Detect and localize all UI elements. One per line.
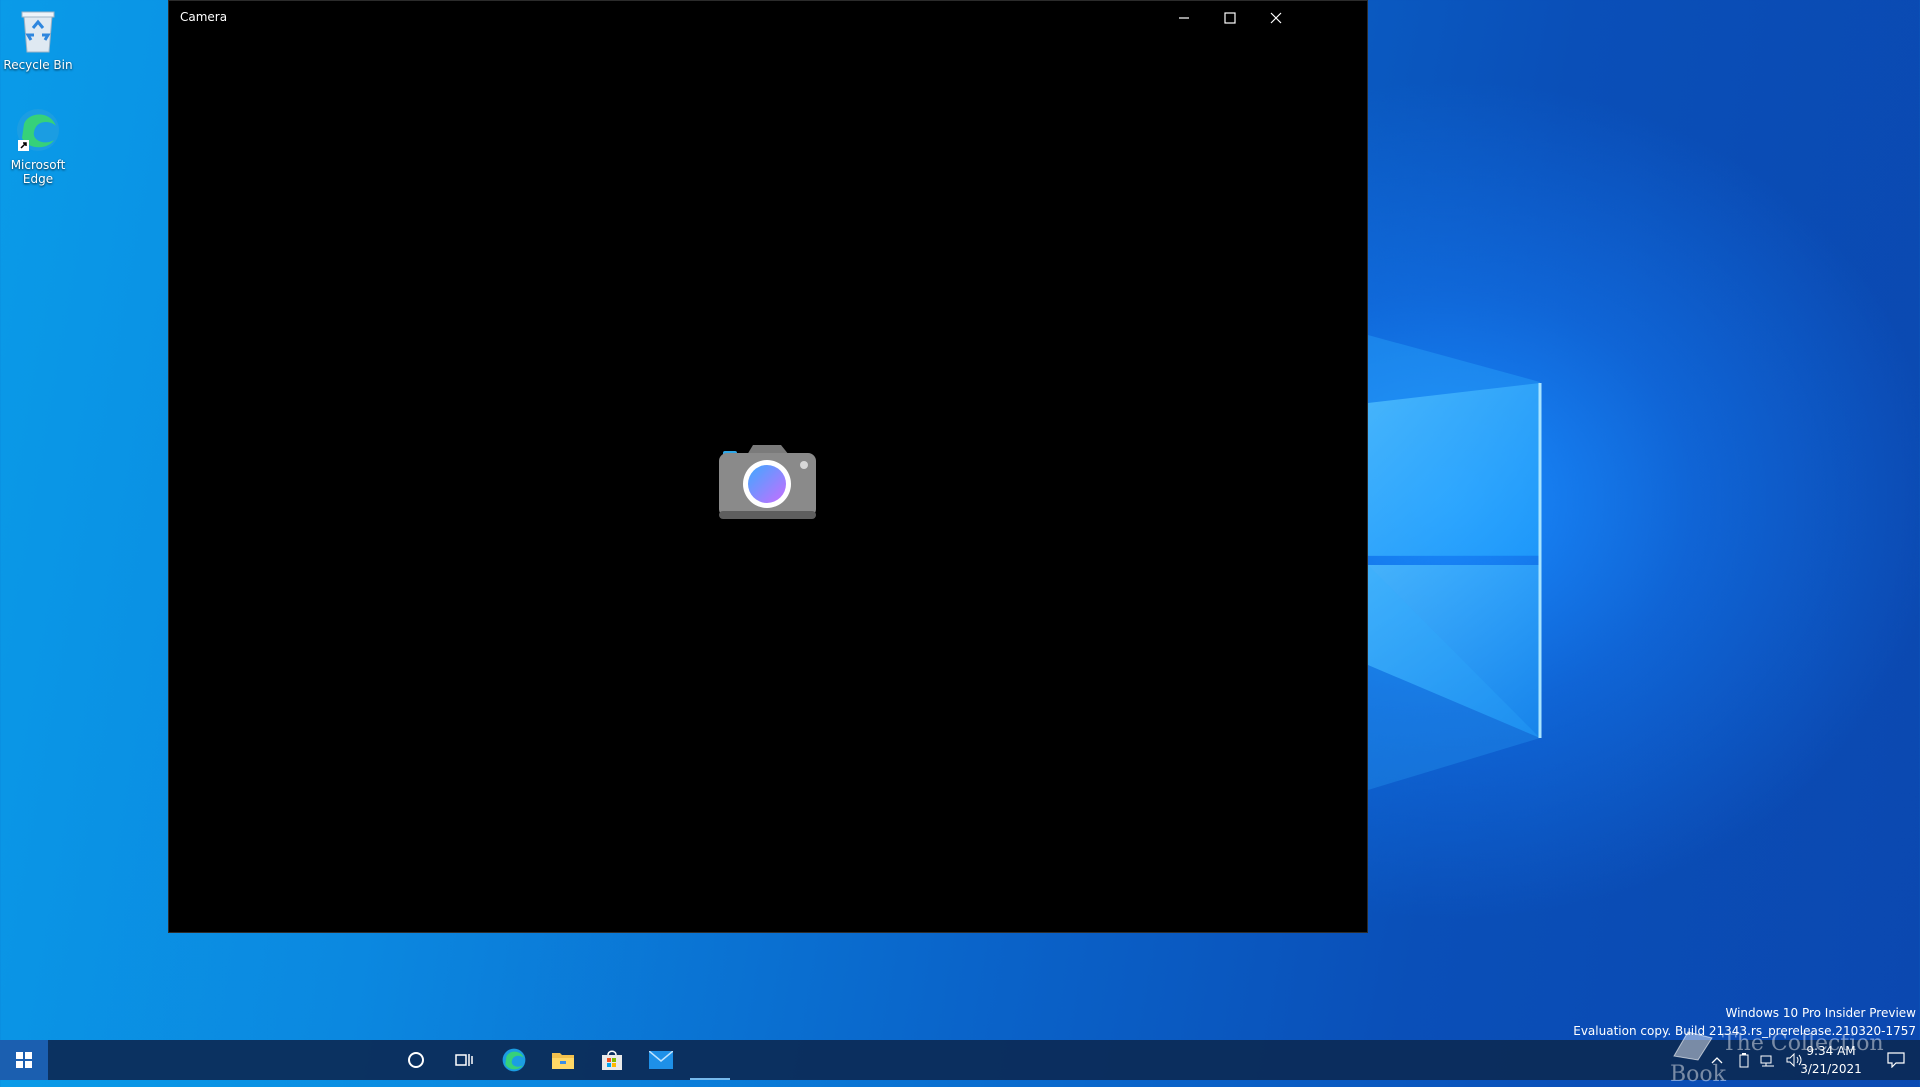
edge-icon (17, 109, 59, 151)
camera-splash-icon (719, 445, 816, 519)
maximize-button[interactable] (1207, 1, 1253, 34)
mail-icon (649, 1051, 673, 1069)
camera-app-icon (710, 1060, 711, 1061)
minimize-button[interactable] (1161, 1, 1207, 34)
cortana-icon (408, 1052, 424, 1068)
taskbar-camera-app[interactable] (686, 1040, 734, 1080)
desktop-icon-edge[interactable]: Microsoft Edge (2, 106, 74, 186)
taskbar-mail[interactable] (637, 1040, 685, 1080)
close-icon (1270, 12, 1282, 23)
maximize-icon (1224, 11, 1236, 24)
desktop-icon-recycle-bin[interactable]: Recycle Bin (2, 8, 74, 72)
edge-label-line2: Edge (22, 172, 54, 186)
recycle-bin-label: Recycle Bin (3, 58, 73, 72)
recycle-bin-icon (21, 11, 55, 53)
watermark-line1: Windows 10 Pro Insider Preview (1725, 1006, 1916, 1020)
edge-label-line1: Microsoft (10, 158, 66, 172)
title-bar[interactable]: Camera (169, 1, 1367, 34)
overlay-watermark: The Collection Book (1670, 1026, 1920, 1087)
minimize-icon (1179, 16, 1189, 19)
cortana-button[interactable] (392, 1040, 440, 1080)
close-button[interactable] (1253, 1, 1299, 34)
window-title: Camera (180, 10, 228, 24)
start-icon (16, 1052, 32, 1068)
taskbar-store[interactable] (588, 1040, 636, 1080)
task-view-button[interactable] (440, 1040, 488, 1080)
camera-window[interactable]: Camera (168, 0, 1368, 933)
taskbar-file-explorer[interactable] (539, 1040, 587, 1080)
task-view-icon (455, 1054, 473, 1066)
store-icon (602, 1050, 622, 1070)
taskbar-edge[interactable] (490, 1040, 538, 1080)
start-button[interactable] (0, 1040, 48, 1080)
file-explorer-icon (552, 1053, 574, 1069)
book-icon (1673, 1031, 1713, 1061)
taskbar: 9:34 AM 3/21/2021 (0, 1040, 1920, 1080)
edge-icon (502, 1048, 526, 1072)
